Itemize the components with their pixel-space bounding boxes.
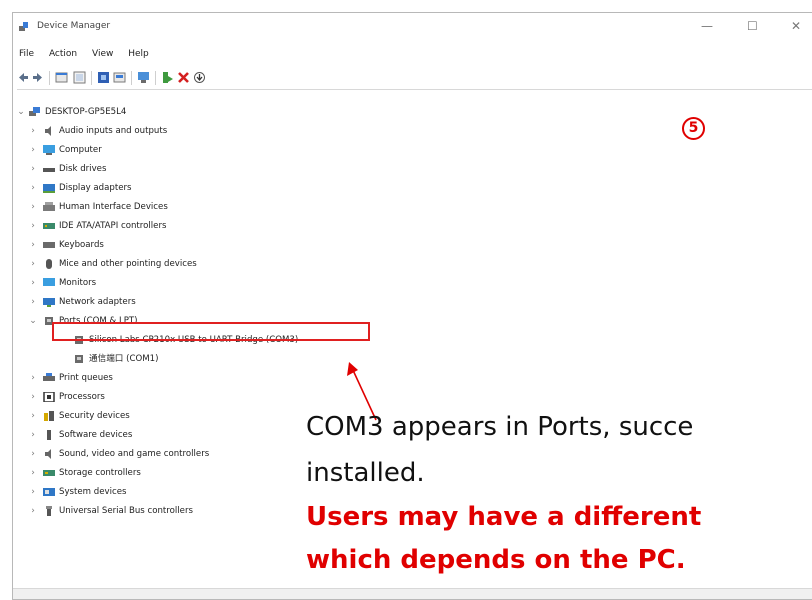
chevron-right-icon[interactable]: ›	[29, 219, 37, 233]
com3-highlight-box	[52, 322, 370, 341]
system-icon	[43, 488, 55, 496]
title-bar: Device Manager — ☐ ✕	[13, 13, 812, 43]
chevron-right-icon[interactable]: ›	[29, 276, 37, 290]
annotation-line-3: Users may have a different	[306, 502, 702, 532]
display-icon	[43, 184, 55, 193]
view-icon[interactable]	[73, 71, 86, 84]
toolbar-divider	[49, 71, 50, 85]
help-icon[interactable]	[97, 71, 110, 84]
toolbar-divider	[155, 71, 156, 85]
monitor-icon	[43, 278, 55, 286]
chevron-right-icon[interactable]: ›	[29, 162, 37, 176]
processor-icon	[43, 392, 55, 402]
minimize-button[interactable]: —	[701, 19, 713, 33]
sound-icon	[45, 449, 51, 459]
properties-icon[interactable]	[55, 71, 68, 84]
annotation-line-2: installed.	[306, 458, 425, 488]
back-icon[interactable]	[17, 71, 30, 84]
chevron-right-icon[interactable]: ›	[29, 485, 37, 499]
uninstall-icon[interactable]	[177, 71, 190, 84]
hid-icon	[43, 202, 55, 211]
software-icon	[47, 430, 51, 440]
chevron-right-icon[interactable]: ›	[29, 200, 37, 214]
mouse-icon	[46, 259, 52, 269]
chevron-right-icon[interactable]: ›	[29, 124, 37, 138]
usb-icon	[46, 506, 52, 516]
speaker-icon	[45, 126, 51, 136]
disk-icon	[43, 168, 55, 172]
chevron-right-icon[interactable]: ›	[29, 257, 37, 271]
chevron-right-icon[interactable]: ›	[29, 238, 37, 252]
computer-icon	[29, 107, 40, 116]
menu-help[interactable]: Help	[128, 49, 149, 59]
chevron-down-icon[interactable]: ⌄	[29, 314, 37, 328]
toolbar-divider	[131, 71, 132, 85]
status-bar	[13, 588, 812, 599]
toolbar-divider	[91, 71, 92, 85]
update-driver-icon[interactable]	[113, 71, 126, 84]
chevron-right-icon[interactable]: ›	[29, 390, 37, 404]
chevron-right-icon[interactable]: ›	[29, 504, 37, 518]
chevron-right-icon[interactable]: ›	[29, 466, 37, 480]
printer-icon	[43, 373, 55, 381]
window-title: Device Manager	[37, 21, 111, 31]
storage-icon	[43, 470, 55, 476]
menu-action[interactable]: Action	[49, 49, 77, 59]
step-number-badge: 5	[682, 117, 705, 140]
computer-icon	[43, 145, 55, 155]
port-icon	[75, 355, 83, 363]
menu-bar: File Action View Help	[19, 49, 161, 59]
forward-icon[interactable]	[31, 71, 44, 84]
chevron-right-icon[interactable]: ›	[29, 143, 37, 157]
maximize-button[interactable]: ☐	[747, 19, 758, 33]
menu-view[interactable]: View	[92, 49, 113, 59]
download-icon[interactable]	[193, 71, 206, 84]
chevron-right-icon[interactable]: ›	[29, 428, 37, 442]
scan-hardware-icon[interactable]	[137, 71, 150, 84]
device-manager-icon	[19, 22, 28, 31]
toolbar	[17, 67, 812, 90]
annotation-line-4: which depends on the PC.	[306, 545, 686, 575]
security-icon	[44, 411, 54, 421]
chevron-right-icon[interactable]: ›	[29, 447, 37, 461]
close-button[interactable]: ✕	[791, 19, 801, 33]
ide-icon	[43, 223, 55, 229]
chevron-right-icon[interactable]: ›	[29, 409, 37, 423]
chevron-right-icon[interactable]: ›	[29, 295, 37, 309]
enable-device-icon[interactable]	[161, 71, 174, 84]
menu-file[interactable]: File	[19, 49, 34, 59]
keyboard-icon	[43, 242, 55, 248]
chevron-right-icon[interactable]: ›	[29, 371, 37, 385]
chevron-down-icon[interactable]: ⌄	[17, 105, 25, 119]
network-icon	[43, 298, 55, 307]
tree-root-label: DESKTOP-GP5E5L4	[45, 107, 127, 117]
annotation-line-1: COM3 appears in Ports, succe	[306, 412, 694, 442]
chevron-right-icon[interactable]: ›	[29, 181, 37, 195]
